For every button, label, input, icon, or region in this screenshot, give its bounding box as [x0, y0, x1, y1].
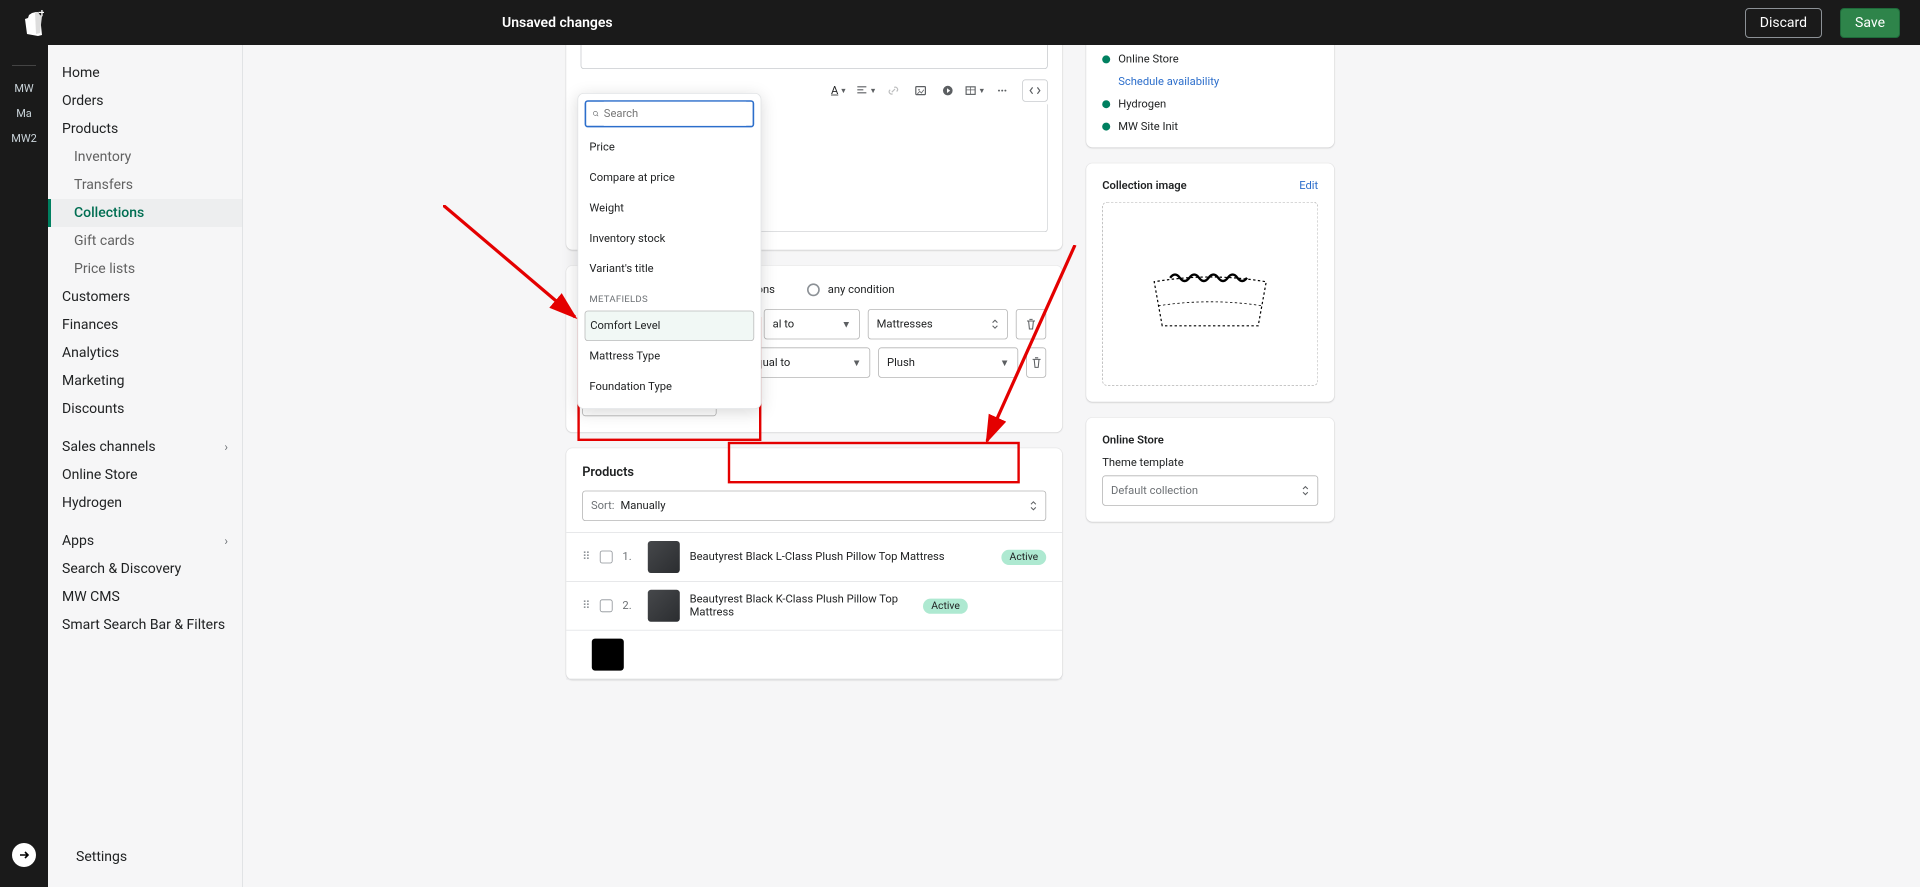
products-title: Products [566, 464, 1062, 490]
status-badge: Active [1002, 549, 1047, 564]
dropdown-option-price[interactable]: Price [585, 132, 755, 162]
availability-card: Online Store Schedule availability Hydro… [1086, 45, 1334, 147]
product-row: ⠿ 2. Beautyrest Black K-Class Plush Pill… [566, 581, 1062, 630]
condition1-operator-select[interactable]: al to▼ [764, 309, 860, 339]
products-sort-select[interactable]: Sort: Manually [582, 491, 1046, 521]
any-condition-radio[interactable] [807, 283, 820, 296]
search-icon [593, 107, 599, 120]
main-content: A▼ ▼ ▼ tions any c [243, 45, 1920, 887]
store-switcher-rail: MW Ma MW2 [0, 45, 48, 887]
product-row [566, 630, 1062, 680]
card-title: Online Store [1102, 434, 1164, 447]
channel-name: Online Store [1118, 53, 1178, 66]
drag-handle-icon[interactable]: ⠿ [582, 551, 590, 564]
image-icon[interactable] [910, 80, 931, 101]
product-row: ⠿ 1. Beautyrest Black L-Class Plush Pill… [566, 532, 1062, 581]
nav-app-mw-cms[interactable]: MW CMS [48, 583, 242, 611]
dropdown-option-mattress-type[interactable]: Mattress Type [585, 341, 755, 371]
nav-finances[interactable]: Finances [48, 311, 242, 339]
nav-hydrogen[interactable]: Hydrogen [48, 489, 242, 517]
dropdown-option-stock[interactable]: Inventory stock [585, 223, 755, 253]
product-name[interactable]: Beautyrest Black K-Class Plush Pillow To… [690, 593, 914, 619]
dropdown-search-input[interactable] [604, 102, 746, 126]
nav-price-lists[interactable]: Price lists [48, 255, 242, 283]
dropdown-option-variant-title[interactable]: Variant's title [585, 254, 755, 284]
dropdown-option-comfort-level[interactable]: Comfort Level [585, 311, 755, 341]
nav-app-smart-search[interactable]: Smart Search Bar & Filters [48, 611, 242, 639]
edit-image-link[interactable]: Edit [1299, 179, 1318, 192]
video-icon[interactable] [937, 80, 958, 101]
dropdown-section-metafields: METAFIELDS [585, 284, 755, 310]
status-dot-icon [1102, 123, 1110, 131]
align-icon[interactable]: ▼ [856, 80, 877, 101]
product-thumbnail [592, 639, 624, 671]
sidebar-nav: Home Orders Products Inventory Transfers… [48, 45, 243, 887]
condition1-value-select[interactable]: Mattresses [868, 309, 1008, 339]
delete-condition-button[interactable] [1016, 309, 1046, 339]
more-icon[interactable] [992, 80, 1013, 101]
product-checkbox[interactable] [600, 551, 613, 564]
product-thumbnail [648, 541, 680, 573]
status-dot-icon [1102, 100, 1110, 108]
nav-discounts[interactable]: Discounts [48, 395, 242, 423]
nav-online-store[interactable]: Online Store [48, 461, 242, 489]
save-button[interactable]: Save [1840, 8, 1900, 38]
table-icon[interactable]: ▼ [965, 80, 986, 101]
link-icon[interactable] [883, 80, 904, 101]
nav-settings[interactable]: Settings [62, 843, 141, 871]
collection-image-card: Collection image Edit [1086, 163, 1334, 401]
dropdown-option-compare[interactable]: Compare at price [585, 163, 755, 193]
shopify-logo: + [20, 10, 44, 36]
product-checkbox[interactable] [600, 599, 613, 612]
nav-gift-cards[interactable]: Gift cards [48, 227, 242, 255]
nav-products[interactable]: Products [48, 115, 242, 143]
nav-marketing[interactable]: Marketing [48, 367, 242, 395]
nav-inventory[interactable]: Inventory [48, 143, 242, 171]
nav-group-apps[interactable]: Apps› [48, 527, 242, 555]
store-badge[interactable]: MW2 [0, 126, 48, 151]
nav-group-sales-channels[interactable]: Sales channels› [48, 433, 242, 461]
theme-template-label: Theme template [1102, 456, 1318, 469]
discard-button[interactable]: Discard [1745, 8, 1822, 38]
card-title: Collection image [1102, 179, 1186, 192]
dropdown-search [585, 100, 755, 127]
dropdown-option-weight[interactable]: Weight [585, 193, 755, 223]
theme-template-select[interactable]: Default collection [1102, 475, 1318, 505]
top-header: + Unsaved changes Discard Save [0, 0, 1920, 45]
rail-toggle-button[interactable] [12, 843, 36, 867]
product-name[interactable]: Beautyrest Black L-Class Plush Pillow To… [690, 551, 992, 564]
store-badge[interactable]: Ma [0, 101, 48, 126]
theme-template-card: Online Store Theme template Default coll… [1086, 418, 1334, 522]
nav-orders[interactable]: Orders [48, 87, 242, 115]
nav-customers[interactable]: Customers [48, 283, 242, 311]
status-badge: Active [923, 598, 968, 613]
title-input[interactable] [581, 45, 1048, 69]
image-dropzone[interactable] [1102, 202, 1318, 386]
condition2-value-select[interactable]: Plush▼ [878, 347, 1018, 377]
store-badge[interactable]: MW [0, 76, 48, 101]
nav-app-search-discovery[interactable]: Search & Discovery [48, 555, 242, 583]
any-condition-label: any condition [828, 283, 895, 296]
svg-text:+: + [38, 10, 44, 21]
nav-transfers[interactable]: Transfers [48, 171, 242, 199]
product-thumbnail [648, 590, 680, 622]
drag-handle-icon[interactable]: ⠿ [582, 599, 590, 612]
products-card: Products Sort: Manually ⠿ 1. Beautyrest … [566, 448, 1062, 679]
schedule-availability-link[interactable]: Schedule availability [1118, 75, 1219, 88]
channel-name: Hydrogen [1118, 98, 1166, 111]
unsaved-changes-label: Unsaved changes [502, 15, 1727, 31]
condition-field-dropdown: Price Compare at price Weight Inventory … [577, 93, 761, 409]
status-dot-icon [1102, 55, 1110, 63]
nav-collections[interactable]: Collections [48, 199, 242, 227]
nav-analytics[interactable]: Analytics [48, 339, 242, 367]
channel-name: MW Site Init [1118, 120, 1178, 133]
code-view-button[interactable] [1022, 79, 1048, 101]
delete-condition-button[interactable] [1026, 347, 1046, 377]
dropdown-option-foundation-type[interactable]: Foundation Type [585, 371, 755, 401]
product-index: 2. [622, 599, 638, 612]
font-color-icon[interactable]: A▼ [829, 80, 850, 101]
product-index: 1. [622, 551, 638, 564]
nav-home[interactable]: Home [48, 59, 242, 87]
